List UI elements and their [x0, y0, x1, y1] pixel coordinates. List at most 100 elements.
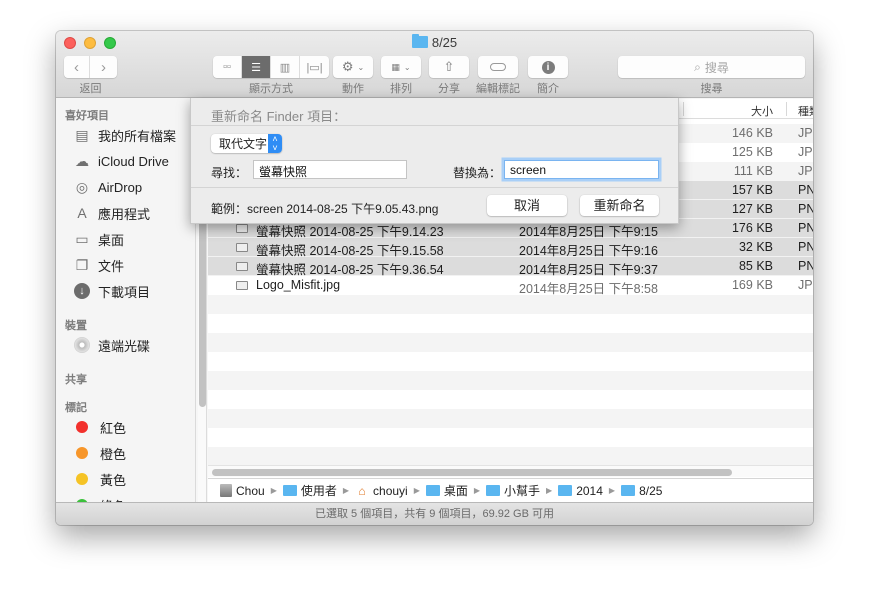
- share-icon: ⇧: [443, 59, 455, 74]
- sidebar-item-airdrop[interactable]: ◎ AirDrop: [72, 177, 142, 197]
- path-item-2014[interactable]: 2014: [558, 484, 603, 498]
- search-placeholder: 搜尋: [704, 60, 729, 75]
- horizontal-scroll-thumb[interactable]: [212, 469, 732, 476]
- find-input[interactable]: 螢幕快照: [253, 160, 407, 179]
- search-label: 搜尋: [700, 83, 723, 95]
- table-row-selected[interactable]: 螢幕快照 2014-08-25 下午9.36.54 2014年8月25日 下午9…: [208, 257, 813, 277]
- sidebar-item-desktop[interactable]: ▭ 桌面: [72, 229, 124, 249]
- icon-view-button[interactable]: ▫▫: [213, 56, 242, 78]
- sidebar-item-label: 橙色: [100, 446, 127, 462]
- home-icon: ⌂: [358, 483, 366, 498]
- empty-row: [208, 333, 813, 352]
- folder-icon: [486, 485, 501, 496]
- list-view-button[interactable]: ☰: [242, 56, 271, 78]
- info-button[interactable]: i: [528, 56, 568, 78]
- row-size: 157 KB: [731, 183, 773, 197]
- coverflow-view-button[interactable]: |▭|: [300, 56, 329, 78]
- sidebar-tag-yellow[interactable]: 黃色: [72, 469, 126, 489]
- action-button[interactable]: ⚙ ⌄: [333, 56, 373, 78]
- all-files-icon: ▤: [75, 126, 89, 143]
- rename-mode-popup[interactable]: 取代文字 ˄ ˅: [211, 134, 282, 153]
- folder-icon: [411, 34, 428, 48]
- sidebar-item-documents[interactable]: ❐ 文件: [72, 255, 124, 275]
- orange-tag-icon: [76, 447, 88, 459]
- cloud-icon: ☁: [75, 152, 89, 169]
- sidebar-item-label: 應用程式: [98, 206, 151, 222]
- users-folder-icon: [282, 485, 297, 496]
- list-icon: ☰: [251, 61, 261, 74]
- share-label: 分享: [438, 83, 460, 95]
- sidebar-item-label: 遠端光碟: [98, 338, 151, 354]
- back-button[interactable]: ‹: [64, 56, 90, 78]
- row-size: 169 KB: [731, 278, 773, 292]
- path-arrow-icon: ▶: [608, 486, 616, 495]
- forward-button[interactable]: ›: [90, 56, 117, 78]
- downloads-icon: ↓: [72, 282, 92, 300]
- info-label: 簡介: [537, 83, 559, 95]
- path-item-8-25[interactable]: 8/25: [621, 484, 662, 498]
- sidebar-item-applications[interactable]: A 應用程式: [72, 203, 150, 223]
- row-size: 32 KB: [738, 240, 773, 254]
- cancel-button[interactable]: 取消: [487, 195, 567, 216]
- action-label: 動作: [342, 83, 364, 95]
- share-button[interactable]: ⇧: [429, 56, 469, 78]
- arrange-icon: ▦: [391, 61, 400, 72]
- chevron-down-icon: ⌄: [357, 62, 365, 72]
- sidebar-item-icloud-drive[interactable]: ☁ iCloud Drive: [72, 151, 169, 171]
- path-item-label: Chou: [236, 483, 265, 498]
- path-arrow-icon: ▶: [413, 486, 420, 495]
- rename-button[interactable]: 重新命名: [580, 195, 659, 216]
- sidebar-tag-green[interactable]: 綠色: [72, 495, 126, 502]
- sidebar-item-label: 紅色: [100, 420, 127, 436]
- table-row-selected[interactable]: 螢幕快照 2014-08-25 下午9.15.58 2014年8月25日 下午9…: [208, 238, 813, 258]
- column-header-kind[interactable]: 種類: [798, 103, 813, 119]
- folder-icon: [621, 485, 636, 496]
- chevron-left-icon: ‹: [74, 58, 79, 76]
- image-file-icon: [236, 243, 248, 252]
- chevron-down-icon: ⌄: [403, 62, 411, 72]
- sidebar-item-label: 桌面: [98, 232, 125, 248]
- path-item-desktop[interactable]: 桌面: [425, 482, 468, 499]
- horizontal-scrollbar[interactable]: [208, 465, 813, 477]
- column-view-button[interactable]: ▥: [271, 56, 300, 78]
- path-item-chou[interactable]: Chou: [220, 484, 265, 498]
- sidebar-item-remote-disc[interactable]: 遠端光碟: [72, 335, 150, 355]
- column-header-size[interactable]: 大小: [751, 103, 773, 119]
- empty-row: [208, 390, 813, 409]
- path-arrow-icon: ▶: [342, 486, 350, 495]
- replace-label: 替換為：: [453, 166, 502, 180]
- edit-tags-label: 編輯標記: [476, 83, 520, 95]
- sidebar-item-downloads[interactable]: ↓ 下載項目: [72, 281, 150, 301]
- row-size: 125 KB: [731, 145, 773, 159]
- path-item-users[interactable]: 使用者: [282, 482, 337, 499]
- edit-tags-button[interactable]: [478, 56, 518, 78]
- image-file-icon: [236, 262, 248, 271]
- rename-dialog: 重新命名 Finder 項目： 取代文字 ˄ ˅ 尋找： 螢幕快照 替換為： sc…: [190, 98, 679, 224]
- path-item-helper[interactable]: 小幫手: [486, 482, 540, 499]
- sidebar: 喜好項目 ▤ 我的所有檔案 ☁ iCloud Drive ◎ AirDrop A 應用程…: [56, 99, 196, 502]
- arrange-button[interactable]: ▦ ⌄: [381, 56, 421, 78]
- tag-icon: [490, 63, 506, 71]
- sidebar-item-label: 下載項目: [98, 284, 151, 300]
- shared-heading: 共享: [65, 374, 87, 386]
- path-arrow-icon: ▶: [546, 486, 553, 495]
- table-row[interactable]: Logo_Misfit.jpg 2014年8月25日 下午8:58 169 KB…: [208, 276, 813, 296]
- airdrop-icon: ◎: [75, 178, 89, 195]
- path-arrow-icon: ▶: [473, 486, 481, 495]
- row-size: 146 KB: [731, 126, 773, 140]
- view-mode-group: ▫▫ ☰ ▥ |▭|: [213, 56, 329, 78]
- sidebar-tag-orange[interactable]: 橙色: [72, 443, 126, 463]
- sidebar-item-all-files[interactable]: ▤ 我的所有檔案: [72, 125, 176, 145]
- empty-row: [208, 371, 813, 390]
- search-field[interactable]: ⌕ 搜尋: [618, 56, 805, 78]
- window-title-text: 8/25: [431, 35, 458, 50]
- replace-input[interactable]: screen: [504, 160, 659, 179]
- row-size: 111 KB: [733, 164, 773, 178]
- arrange-label: 排列: [390, 83, 412, 95]
- sidebar-item-label: 黃色: [100, 472, 127, 488]
- path-item-label: 桌面: [443, 484, 468, 498]
- gear-icon: ⚙: [341, 59, 354, 74]
- path-item-home[interactable]: ⌂ chouyi: [355, 483, 407, 498]
- coverflow-icon: |▭|: [306, 61, 323, 74]
- sidebar-tag-red[interactable]: 紅色: [72, 417, 126, 437]
